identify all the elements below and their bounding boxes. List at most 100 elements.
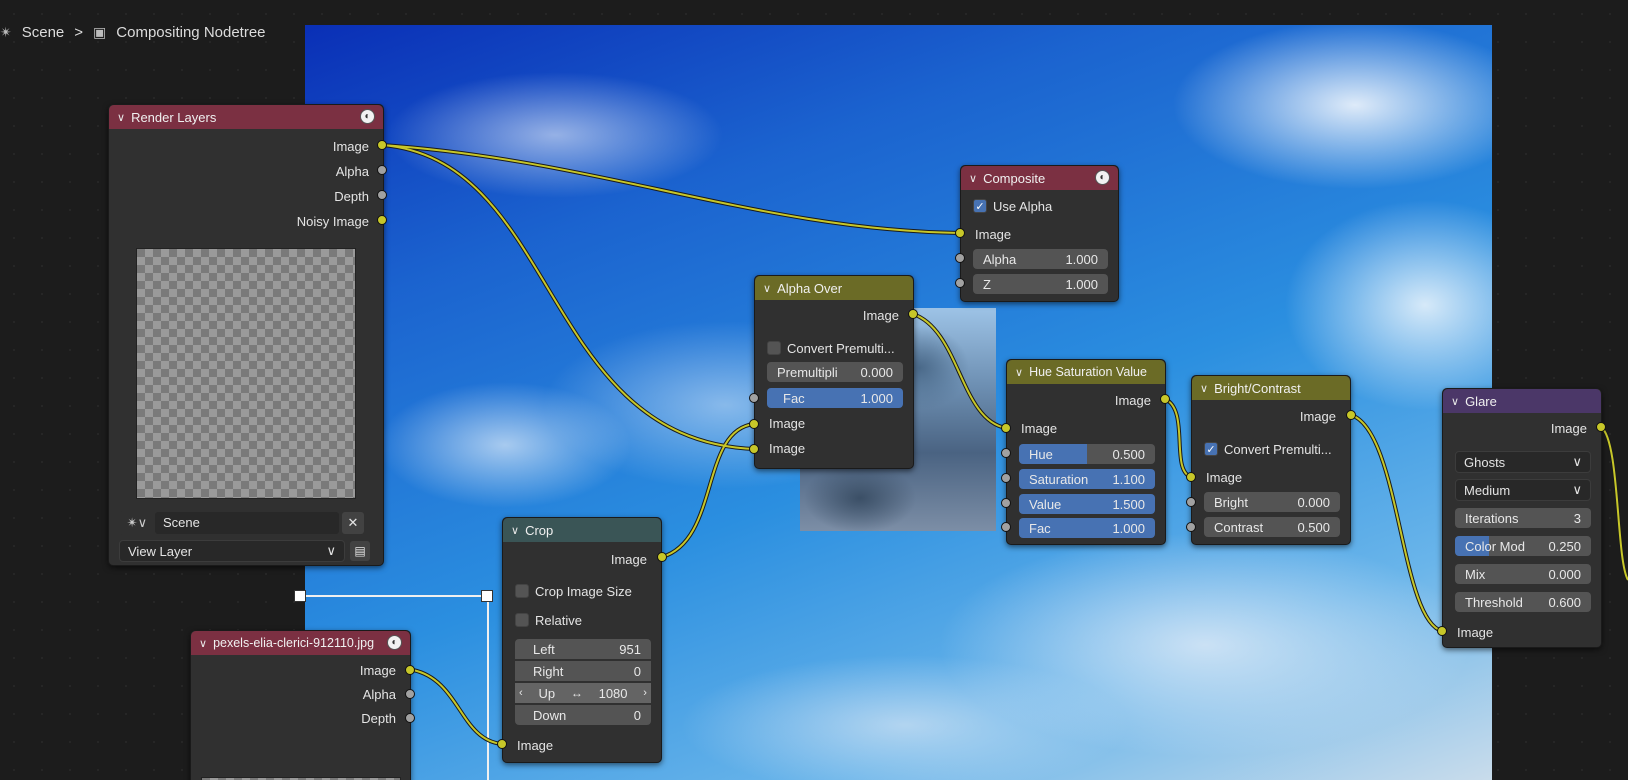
fac-field[interactable]: Fac 1.000	[767, 388, 903, 408]
collapse-chevron-icon[interactable]: ∨	[1451, 395, 1459, 408]
convert-premultiplied-checkbox[interactable]: Convert Premulti...	[767, 338, 895, 358]
relative-checkbox[interactable]: Relative	[515, 610, 582, 630]
collapse-chevron-icon[interactable]: ∨	[969, 172, 977, 185]
crop-node[interactable]: ∨ Crop Image Crop Image Size Relative Le…	[502, 517, 662, 763]
image-node[interactable]: ∨ pexels-elia-clerici-912110.jpg ◐ Image…	[190, 630, 411, 780]
node-header[interactable]: ∨ Crop	[503, 518, 661, 542]
breadcrumb-scene[interactable]: Scene	[22, 24, 65, 41]
bright-field[interactable]: Bright 0.000	[1204, 492, 1340, 512]
value-field[interactable]: Value 1.500	[1019, 494, 1155, 514]
socket-output-noisy-image[interactable]	[377, 215, 387, 225]
socket-input-fac[interactable]	[1001, 522, 1011, 532]
right-field[interactable]: Right 0	[515, 661, 651, 681]
socket-input-alpha[interactable]	[955, 253, 965, 263]
node-header[interactable]: ∨ pexels-elia-clerici-912110.jpg ◐	[191, 631, 410, 655]
collapse-chevron-icon[interactable]: ∨	[1015, 366, 1023, 379]
socket-input-contrast[interactable]	[1186, 522, 1196, 532]
socket-input-image[interactable]	[1001, 423, 1011, 433]
iterations-field[interactable]: Iterations 3	[1455, 508, 1591, 528]
bright-contrast-node[interactable]: ∨ Bright/Contrast Image ✓ Convert Premul…	[1191, 375, 1351, 545]
socket-output-depth[interactable]	[405, 713, 415, 723]
node-header[interactable]: ∨ Alpha Over	[755, 276, 913, 300]
composite-node[interactable]: ∨ Composite ◐ ✓ Use Alpha Image Alpha 1.…	[960, 165, 1119, 302]
hue-saturation-value-node[interactable]: ∨ Hue Saturation Value Image Image Hue 0…	[1006, 359, 1166, 545]
view-layer-browse-icon[interactable]: ▤	[350, 541, 370, 561]
saturation-field[interactable]: Saturation 1.100	[1019, 469, 1155, 489]
use-alpha-checkbox[interactable]: ✓ Use Alpha	[973, 196, 1052, 216]
clear-scene-icon[interactable]: ✕	[342, 512, 364, 534]
socket-input-saturation[interactable]	[1001, 473, 1011, 483]
alpha-field[interactable]: Alpha 1.000	[973, 249, 1108, 269]
socket-output-image[interactable]	[657, 552, 667, 562]
socket-output-image[interactable]	[405, 665, 415, 675]
checkmark-icon[interactable]: ✓	[1204, 442, 1218, 456]
node-header[interactable]: ∨ Composite ◐	[961, 166, 1118, 190]
socket-output-image[interactable]	[1596, 422, 1606, 432]
checkbox-box[interactable]	[515, 584, 529, 598]
node-header[interactable]: ∨ Hue Saturation Value	[1007, 360, 1165, 384]
increment-arrow-icon[interactable]: ›	[643, 687, 647, 699]
breadcrumb-nodetree[interactable]: Compositing Nodetree	[116, 24, 265, 41]
socket-output-image[interactable]	[1346, 410, 1356, 420]
z-field[interactable]: Z 1.000	[973, 274, 1108, 294]
node-header[interactable]: ∨ Render Layers ◐	[109, 105, 383, 129]
mix-field[interactable]: Mix 0.000	[1455, 564, 1591, 584]
socket-output-image[interactable]	[1160, 394, 1170, 404]
collapse-chevron-icon[interactable]: ∨	[763, 282, 771, 295]
fac-field[interactable]: Fac 1.000	[1019, 518, 1155, 538]
crop-image-size-checkbox[interactable]: Crop Image Size	[515, 581, 632, 601]
glare-node[interactable]: ∨ Glare Image Ghosts ∨ Medium ∨ Iteratio…	[1442, 388, 1602, 648]
field-value: 0	[633, 663, 641, 679]
render-globe-icon[interactable]: ◐	[1095, 170, 1110, 185]
socket-output-alpha[interactable]	[405, 689, 415, 699]
socket-input-z[interactable]	[955, 278, 965, 288]
contrast-field[interactable]: Contrast 0.500	[1204, 517, 1340, 537]
up-field[interactable]: ‹ Up ↔ 1080 ›	[515, 683, 651, 703]
convert-premultiplied-checkbox[interactable]: ✓ Convert Premulti...	[1204, 439, 1332, 459]
image-globe-icon[interactable]: ◐	[387, 635, 402, 650]
checkbox-box[interactable]	[515, 613, 529, 627]
decrement-arrow-icon[interactable]: ‹	[519, 687, 523, 699]
view-layer-dropdown[interactable]: View Layer ∨	[119, 540, 345, 562]
socket-input-image-1[interactable]	[749, 419, 759, 429]
frame-handle-left[interactable]	[294, 590, 306, 602]
socket-output-alpha[interactable]	[377, 165, 387, 175]
left-field[interactable]: Left 951	[515, 639, 651, 659]
render-layers-node[interactable]: ∨ Render Layers ◐ Image Alpha Depth Nois…	[108, 104, 384, 566]
collapse-chevron-icon[interactable]: ∨	[117, 111, 125, 124]
quality-dropdown[interactable]: Medium ∨	[1455, 479, 1591, 501]
alpha-over-node[interactable]: ∨ Alpha Over Image Convert Premulti... P…	[754, 275, 914, 469]
render-globe-icon[interactable]: ◐	[360, 109, 375, 124]
scene-icon[interactable]: ✴∨	[119, 515, 155, 531]
collapse-chevron-icon[interactable]: ∨	[1200, 382, 1208, 395]
input-image: Image	[517, 737, 554, 753]
socket-input-image-2[interactable]	[749, 444, 759, 454]
socket-input-hue[interactable]	[1001, 448, 1011, 458]
scene-field[interactable]: Scene	[155, 512, 339, 534]
socket-input-image[interactable]	[955, 228, 965, 238]
socket-input-image[interactable]	[1186, 472, 1196, 482]
collapse-chevron-icon[interactable]: ∨	[199, 637, 207, 650]
checkbox-box[interactable]	[767, 341, 781, 355]
hue-field[interactable]: Hue 0.500	[1019, 444, 1155, 464]
collapse-chevron-icon[interactable]: ∨	[511, 524, 519, 537]
socket-input-bright[interactable]	[1186, 497, 1196, 507]
socket-input-image[interactable]	[497, 739, 507, 749]
color-mod-field[interactable]: Color Mod 0.250	[1455, 536, 1591, 556]
socket-output-image[interactable]	[908, 309, 918, 319]
down-field[interactable]: Down 0	[515, 705, 651, 725]
glare-type-dropdown[interactable]: Ghosts ∨	[1455, 451, 1591, 473]
checkmark-icon[interactable]: ✓	[973, 199, 987, 213]
scene-selector[interactable]: ✴∨ Scene ✕	[119, 511, 364, 535]
frame-handle-right[interactable]	[481, 590, 493, 602]
node-header[interactable]: ∨ Bright/Contrast	[1192, 376, 1350, 400]
socket-input-fac[interactable]	[749, 393, 759, 403]
node-title: Render Layers	[131, 109, 217, 125]
socket-input-value[interactable]	[1001, 498, 1011, 508]
premultiplied-field[interactable]: Premultipli 0.000	[767, 362, 903, 382]
socket-output-depth[interactable]	[377, 190, 387, 200]
threshold-field[interactable]: Threshold 0.600	[1455, 592, 1591, 612]
socket-input-image[interactable]	[1437, 626, 1447, 636]
node-header[interactable]: ∨ Glare	[1443, 389, 1601, 413]
socket-output-image[interactable]	[377, 140, 387, 150]
